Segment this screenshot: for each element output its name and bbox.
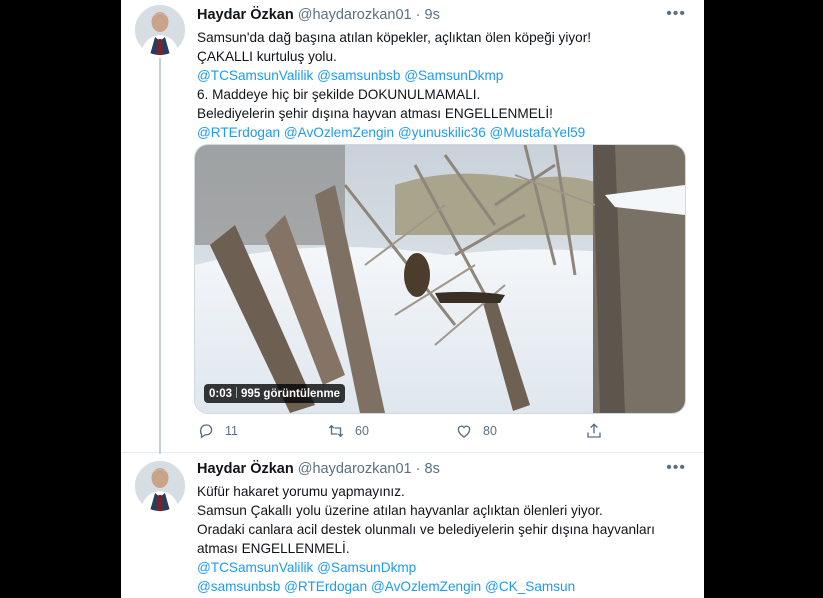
author-name[interactable]: Haydar Özkan [197,7,294,23]
mention-link[interactable]: @RTErdogan [197,125,280,140]
video-badge: 0:03 995 görüntülenme [204,384,346,403]
reply-count: 11 [225,424,238,438]
tweet-line: Samsun Çakallı yolu üzerine atılan hayva… [197,503,603,518]
tweet-text: Samsun'da dağ başına atılan köpekler, aç… [197,28,687,142]
mention-link[interactable]: @yunuskilic36 [398,125,486,140]
video-frame [195,145,685,413]
heart-icon [457,425,471,438]
share-icon [587,423,601,438]
avatar[interactable] [135,5,185,55]
mention-link[interactable]: @TCSamsunValilik [197,560,313,575]
author-handle[interactable]: @haydarozkan01 [298,7,412,23]
timeline-panel: Haydar Özkan @haydarozkan01 · 9s ••• Sam… [121,0,704,598]
retweet-button[interactable]: 60 [327,422,369,440]
tweet-line: ÇAKALLI kurtuluş yolu. [197,49,337,64]
mention-link[interactable]: @SamsunDkmp [317,560,416,575]
tweet-text: Küfür hakaret yorumu yapmayınız. Samsun … [197,482,687,596]
tweet-header: Haydar Özkan @haydarozkan01 · 8s [197,461,440,477]
timestamp[interactable]: 9s [425,7,440,23]
reply-icon [199,424,213,439]
mention-link[interactable]: @MustafaYel59 [490,125,586,140]
retweet-icon [328,424,344,438]
tweet-2[interactable]: Haydar Özkan @haydarozkan01 · 8s ••• Küf… [121,452,704,598]
thread-line [159,58,161,454]
tweet-header: Haydar Özkan @haydarozkan01 · 9s [197,7,440,23]
video-player[interactable]: 0:03 995 görüntülenme [194,144,686,414]
tweet-line: Belediyelerin şehir dışına hayvan atması… [197,106,553,121]
mention-link[interactable]: @RTErdogan [284,579,367,594]
mention-link[interactable]: @AvOzlemZengin [371,579,481,594]
separator-dot: · [415,461,421,477]
tweet-1[interactable]: Haydar Özkan @haydarozkan01 · 9s ••• Sam… [121,0,704,454]
reply-button[interactable]: 11 [197,422,238,440]
mention-line: @RTErdogan @AvOzlemZengin @yunuskilic36 … [197,123,687,142]
avatar[interactable] [135,461,185,511]
mention-link[interactable]: @CK_Samsun [485,579,575,594]
tweet-line: Oradaki canlara acil destek olunmalı ve … [197,522,655,537]
separator-dot: · [415,7,421,23]
tweet-line: Samsun'da dağ başına atılan köpekler, aç… [197,30,592,45]
share-button[interactable] [585,422,613,440]
badge-divider [236,387,238,398]
mention-link[interactable]: @AvOzlemZengin [284,125,394,140]
mention-line: @samsunbsb @RTErdogan @AvOzlemZengin @CK… [197,577,687,596]
view-count: 995 görüntülenme [241,388,341,400]
like-button[interactable]: 80 [455,422,497,440]
mention-link[interactable]: @samsunbsb [197,579,280,594]
mention-link[interactable]: @samsunbsb [317,68,400,83]
author-name[interactable]: Haydar Özkan [197,461,294,477]
mention-link[interactable]: @TCSamsunValilik [197,68,313,83]
tweet-line: atması ENGELLENMELİ. [197,541,350,556]
author-handle[interactable]: @haydarozkan01 [298,461,412,477]
mention-line: @TCSamsunValilik @SamsunDkmp [197,558,687,577]
action-bar: 11 60 80 [197,422,687,444]
video-duration: 0:03 [209,388,233,400]
mention-line: @TCSamsunValilik @samsunbsb @SamsunDkmp [197,66,687,85]
like-count: 80 [483,424,497,438]
more-icon[interactable]: ••• [666,459,686,477]
tweet-line: 6. Maddeye hiç bir şekilde DOKUNULMAMALI… [197,87,481,102]
retweet-count: 60 [355,424,369,438]
tweet-line: Küfür hakaret yorumu yapmayınız. [197,484,405,499]
more-icon[interactable]: ••• [666,5,686,23]
mention-link[interactable]: @SamsunDkmp [404,68,503,83]
timestamp[interactable]: 8s [425,461,440,477]
